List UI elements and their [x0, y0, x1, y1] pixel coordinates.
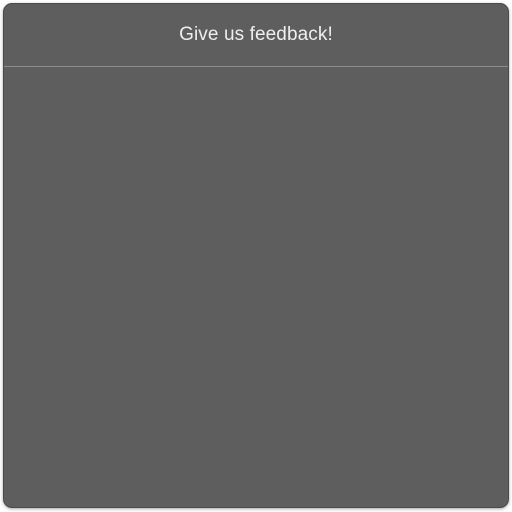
dialog-body — [4, 67, 508, 507]
feedback-dialog: Give us feedback! — [3, 3, 509, 508]
dialog-title: Give us feedback! — [179, 24, 333, 45]
dialog-header: Give us feedback! — [4, 4, 508, 67]
